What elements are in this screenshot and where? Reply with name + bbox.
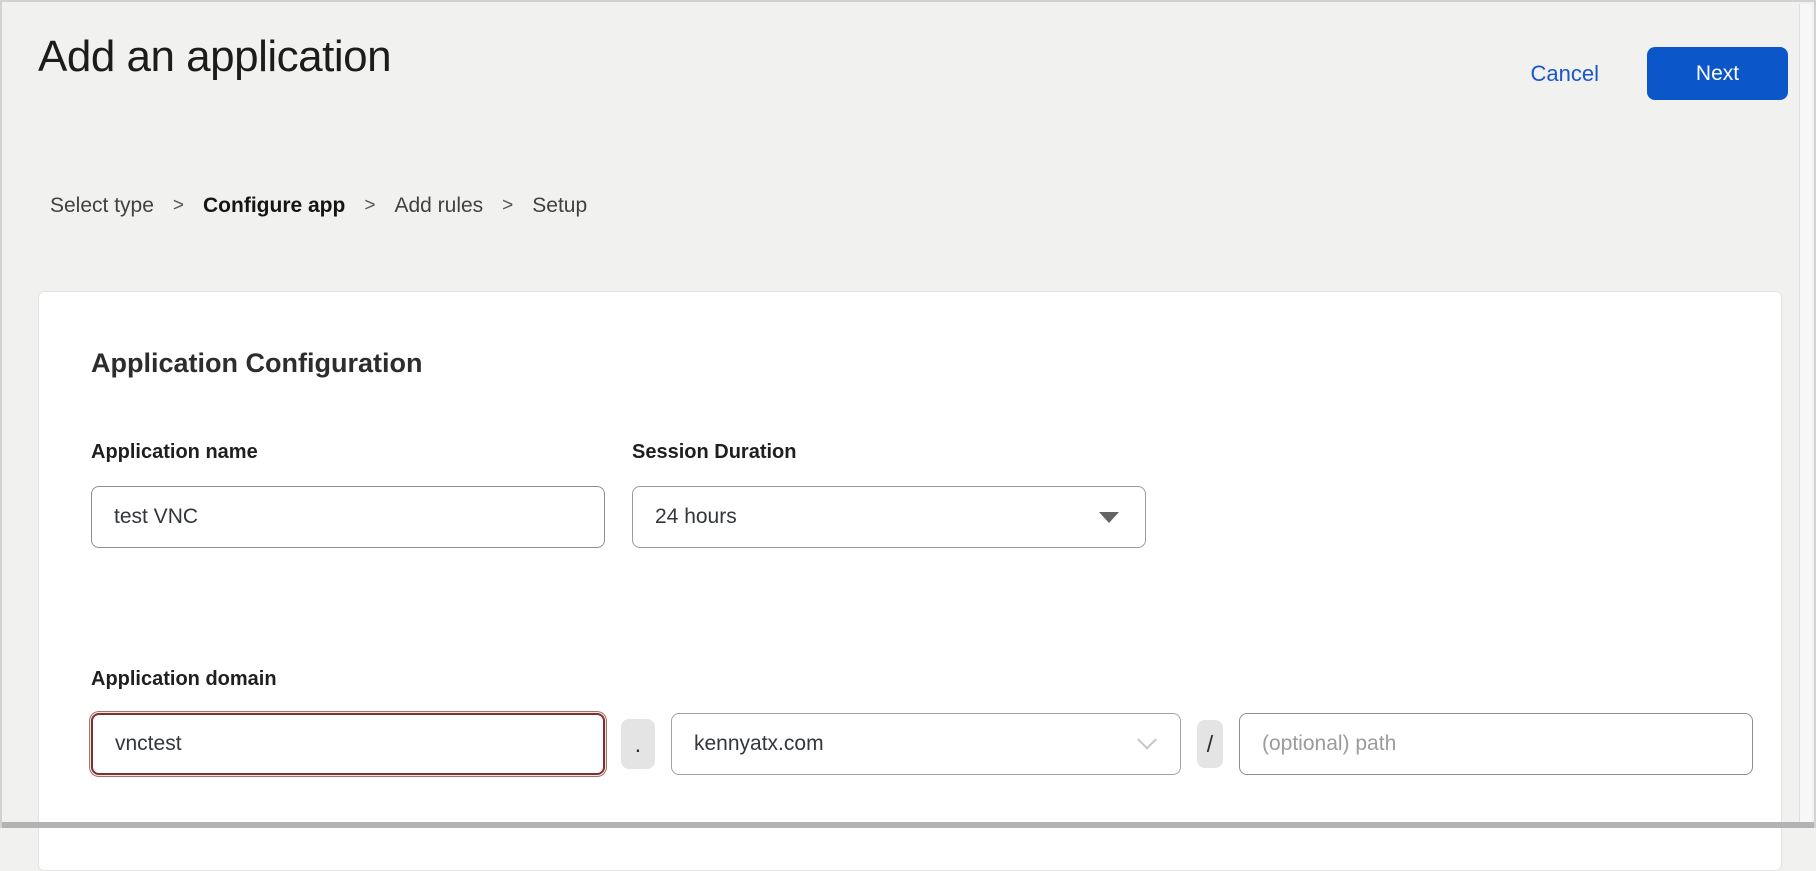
breadcrumb-step-select-type[interactable]: Select type [50,194,154,218]
session-duration-select[interactable]: 24 hours [632,486,1146,548]
session-duration-field: Session Duration 24 hours [632,441,1146,548]
breadcrumb-step-setup[interactable]: Setup [532,194,587,218]
session-duration-label: Session Duration [632,441,1146,464]
scrollbar[interactable] [1799,4,1812,822]
breadcrumb-step-add-rules[interactable]: Add rules [394,194,483,218]
slash-separator: / [1197,720,1223,768]
add-application-page: Add an application Cancel Next Select ty… [0,0,1816,828]
page-title: Add an application [38,32,391,82]
name-and-duration-row: Application name Session Duration 24 hou… [91,441,1757,548]
cancel-button[interactable]: Cancel [1531,61,1599,87]
application-domain-field: Application domain . kennyatx.com / [91,668,1757,775]
breadcrumb-separator: > [364,195,375,217]
chevron-down-icon [1137,730,1157,750]
breadcrumb: Select type > Configure app > Add rules … [50,194,587,218]
section-title: Application Configuration [91,348,1757,379]
session-duration-value: 24 hours [655,505,737,529]
application-name-input[interactable] [91,486,605,548]
application-configuration-card: Application Configuration Application na… [38,291,1782,871]
window-bottom-border [2,822,1814,828]
subdomain-input[interactable] [91,713,605,775]
dot-separator: . [621,719,655,769]
application-name-label: Application name [91,441,605,464]
application-domain-label: Application domain [91,668,1757,691]
application-name-field: Application name [91,441,605,548]
application-domain-row: . kennyatx.com / [91,713,1757,775]
breadcrumb-separator: > [502,195,513,217]
domain-value: kennyatx.com [694,732,824,756]
triangle-down-icon [1099,512,1119,523]
breadcrumb-separator: > [173,195,184,217]
breadcrumb-step-configure-app[interactable]: Configure app [203,194,345,218]
header-actions: Cancel Next [1531,47,1788,100]
path-input[interactable] [1239,713,1753,775]
next-button[interactable]: Next [1647,47,1788,100]
domain-select[interactable]: kennyatx.com [671,713,1181,775]
